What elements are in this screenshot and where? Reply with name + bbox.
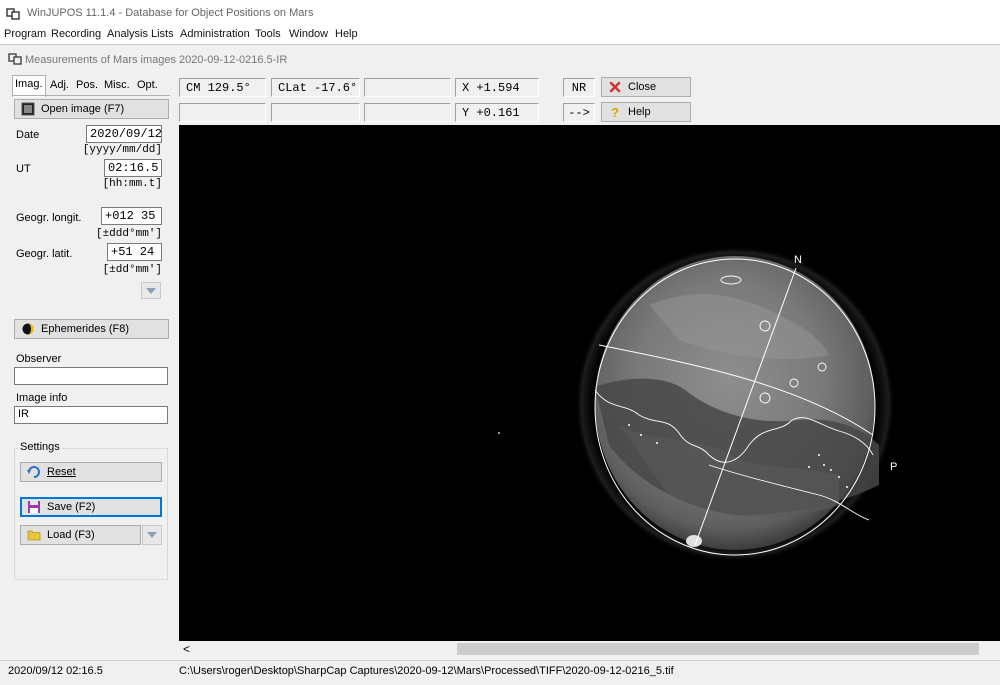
scroll-thumb[interactable] (457, 643, 979, 655)
coords-dropdown[interactable] (141, 282, 161, 299)
clat-readout: CLat -17.6° (271, 78, 360, 97)
menu-analysis[interactable]: Analysis (107, 28, 148, 40)
horizontal-scrollbar[interactable]: < (179, 641, 1000, 657)
p-label: P (890, 461, 897, 473)
tab-adj[interactable]: Adj. (48, 77, 71, 95)
latit-field[interactable]: +51 24 (107, 243, 162, 261)
open-image-label: Open image (F7) (41, 103, 125, 115)
reset-button[interactable]: Reset (20, 462, 162, 482)
open-image-button[interactable]: Open image (F7) (14, 99, 169, 119)
cm-readout: CM 129.5° (179, 78, 266, 97)
menu-lists[interactable]: Lists (151, 28, 174, 40)
ephemerides-label: Ephemerides (F8) (41, 323, 130, 335)
app-title: WinJUPOS 11.1.4 - Database for Object Po… (27, 7, 314, 19)
tab-pos[interactable]: Pos. (74, 77, 100, 95)
close-label: Close (628, 81, 657, 93)
menu-help[interactable]: Help (335, 28, 358, 40)
load-button[interactable]: Load (F3) (20, 525, 141, 545)
close-icon (609, 81, 621, 93)
menu-recording[interactable]: Recording (51, 28, 101, 40)
nr-readout: NR (563, 78, 595, 97)
image-info-label: Image info (16, 392, 68, 404)
reset-icon (27, 466, 40, 478)
moon-icon (22, 323, 34, 335)
empty-readout-4 (364, 103, 451, 122)
date-hint: [yyyy/mm/dd] (82, 144, 162, 156)
menu-program[interactable]: Program (4, 28, 46, 40)
ut-label: UT (16, 163, 31, 175)
load-dropdown[interactable] (142, 525, 162, 545)
ut-hint: [hh:mm.t] (102, 178, 162, 190)
empty-readout-1 (364, 78, 451, 97)
settings-label: Settings (18, 441, 62, 453)
tab-imag[interactable]: Imag. (12, 75, 46, 97)
save-button[interactable]: Save (F2) (20, 497, 162, 517)
close-button[interactable]: Close (601, 77, 691, 97)
y-readout: Y +0.161 (455, 103, 539, 122)
empty-readout-2 (179, 103, 266, 122)
menu-window[interactable]: Window (289, 28, 328, 40)
menu-tools[interactable]: Tools (255, 28, 281, 40)
help-icon: ? (611, 105, 619, 119)
save-label: Save (F2) (47, 501, 96, 513)
date-field[interactable]: 2020/09/12 (86, 125, 162, 143)
load-label: Load (F3) (47, 529, 95, 541)
folder-icon (27, 530, 41, 541)
chevron-down-icon (146, 287, 156, 294)
mars-image: N P (498, 246, 897, 562)
app-icon (6, 8, 20, 20)
latit-label: Geogr. latit. (16, 248, 73, 260)
tab-opt[interactable]: Opt. (135, 77, 160, 95)
arrow-readout: --> (563, 103, 595, 122)
north-label: N (794, 254, 802, 266)
left-panel: Imag. Adj. Pos. Misc. Opt. Open image (F… (0, 75, 176, 657)
x-readout: X +1.594 (455, 78, 539, 97)
image-icon (21, 102, 35, 116)
observer-label: Observer (16, 353, 62, 365)
menu-administration[interactable]: Administration (180, 28, 250, 40)
date-label: Date (16, 129, 40, 141)
longit-label: Geogr. longit. (16, 212, 82, 224)
status-path: C:\Users\roger\Desktop\SharpCap Captures… (179, 665, 674, 677)
child-title: Measurements of Mars images 2020-09-12-0… (25, 54, 288, 66)
window-icon (8, 53, 22, 65)
status-bar: 2020/09/12 02:16.5 C:\Users\roger\Deskto… (0, 660, 1000, 680)
ut-field[interactable]: 02:16.5 (104, 159, 162, 177)
tab-divider (12, 95, 170, 96)
help-label: Help (628, 106, 651, 118)
floppy-disk-icon (28, 501, 40, 513)
app-title-bar: WinJUPOS 11.1.4 - Database for Object Po… (0, 0, 1000, 27)
reset-label: Reset (47, 466, 76, 478)
scroll-left-arrow[interactable]: < (183, 642, 190, 656)
ephemerides-button[interactable]: Ephemerides (F8) (14, 319, 169, 339)
status-datetime: 2020/09/12 02:16.5 (8, 665, 103, 677)
image-info-field[interactable]: IR (14, 406, 168, 424)
menu-bar: Program Recording Analysis Lists Adminis… (0, 27, 1000, 44)
latit-hint: [±dd°mm'] (102, 264, 162, 276)
mars-image-canvas[interactable]: N P (179, 125, 1000, 641)
svg-text:?: ? (611, 105, 619, 119)
help-button[interactable]: ? Help (601, 102, 691, 122)
longit-hint: [±ddd°mm'] (95, 228, 162, 240)
chevron-down-icon (147, 532, 157, 538)
observer-field[interactable] (14, 367, 168, 385)
tab-misc[interactable]: Misc. (102, 77, 132, 95)
longit-field[interactable]: +012 35 (101, 207, 162, 225)
child-title-bar: Measurements of Mars images 2020-09-12-0… (0, 45, 1000, 75)
empty-readout-3 (271, 103, 360, 122)
